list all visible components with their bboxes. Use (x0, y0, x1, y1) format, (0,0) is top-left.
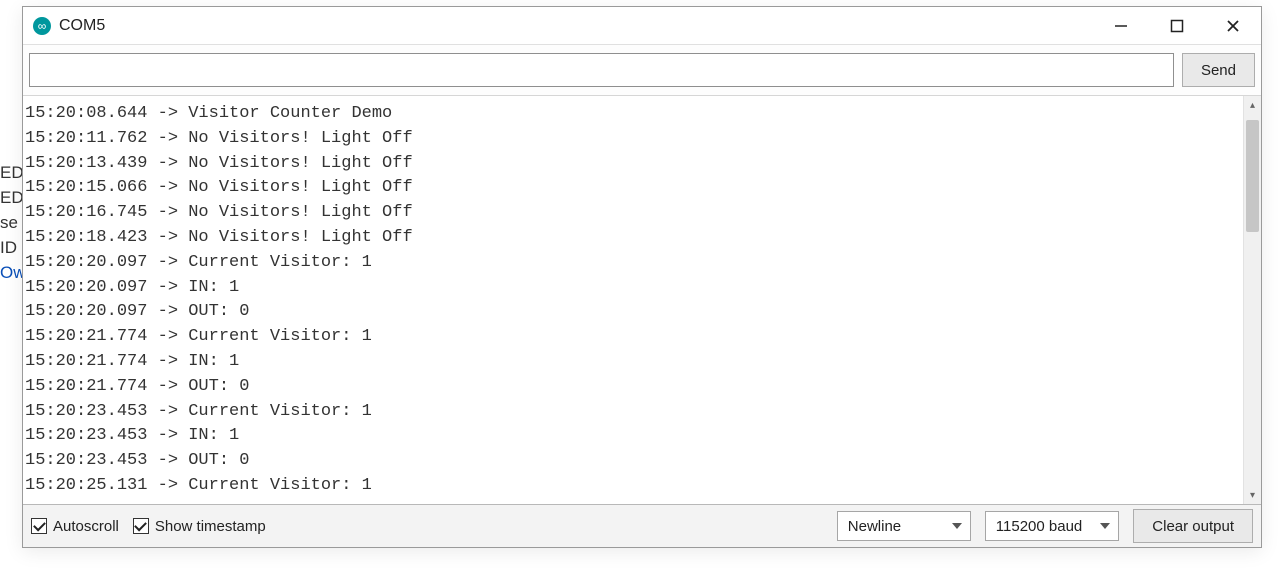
baud-rate-value: 115200 baud (996, 518, 1082, 535)
checkbox-icon (133, 518, 149, 534)
chevron-down-icon (1100, 523, 1110, 529)
line-ending-select[interactable]: Newline (837, 511, 971, 541)
send-row: Send (23, 45, 1261, 96)
clear-output-button[interactable]: Clear output (1133, 509, 1253, 543)
line-ending-value: Newline (848, 518, 901, 535)
scroll-up-arrow-icon[interactable]: ▴ (1244, 96, 1261, 114)
close-button[interactable] (1205, 7, 1261, 45)
serial-output-text[interactable]: 15:20:08.644 -> Visitor Counter Demo 15:… (23, 96, 1243, 504)
scrollbar-thumb[interactable] (1246, 120, 1259, 232)
autoscroll-checkbox[interactable]: Autoscroll (31, 518, 119, 535)
chevron-down-icon (952, 523, 962, 529)
show-timestamp-checkbox[interactable]: Show timestamp (133, 518, 266, 535)
show-timestamp-label: Show timestamp (155, 518, 266, 535)
titlebar: COM5 (23, 7, 1261, 45)
vertical-scrollbar[interactable]: ▴ ▾ (1243, 96, 1261, 504)
send-button[interactable]: Send (1182, 53, 1255, 87)
output-area: 15:20:08.644 -> Visitor Counter Demo 15:… (23, 96, 1261, 505)
bottom-toolbar: Autoscroll Show timestamp Newline 115200… (23, 505, 1261, 547)
baud-rate-select[interactable]: 115200 baud (985, 511, 1119, 541)
minimize-button[interactable] (1093, 7, 1149, 45)
checkbox-icon (31, 518, 47, 534)
window-title: COM5 (59, 17, 105, 35)
serial-send-input[interactable] (29, 53, 1174, 87)
serial-monitor-window: COM5 Send 15:20:08.644 -> Visitor Counte… (22, 6, 1262, 548)
scroll-down-arrow-icon[interactable]: ▾ (1244, 486, 1261, 504)
autoscroll-label: Autoscroll (53, 518, 119, 535)
arduino-icon (33, 17, 51, 35)
maximize-button[interactable] (1149, 7, 1205, 45)
